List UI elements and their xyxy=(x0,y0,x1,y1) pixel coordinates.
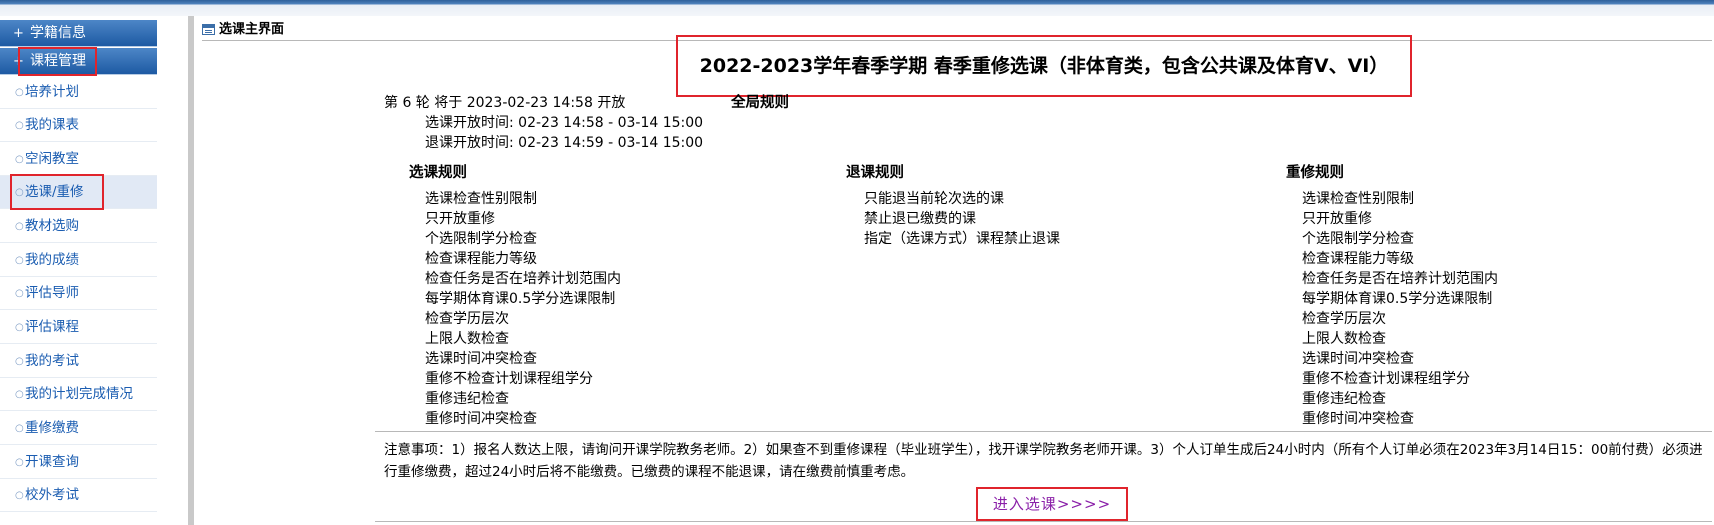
top-banner xyxy=(0,0,1714,16)
drop-rules-title: 退课规则 xyxy=(846,165,904,181)
notice-text: 注意事项：1）报名人数达上限，请询问开课学院教务老师。2）如果查不到重修课程（毕… xyxy=(384,442,1703,480)
sidebar-item-training-plan[interactable]: ○ 培养计划 xyxy=(0,76,157,109)
bullet-icon: ○ xyxy=(15,154,24,165)
retake-rule-item: 重修不检查计划课程组学分 xyxy=(1302,371,1470,387)
select-rule-item: 重修时间冲突检查 xyxy=(425,411,537,427)
plus-icon: + xyxy=(13,54,24,69)
drop-rule-item: 指定（选课方式）课程禁止退课 xyxy=(864,231,1060,247)
retake-rule-item: 选课检查性别限制 xyxy=(1302,191,1414,207)
retake-rule-item: 检查学历层次 xyxy=(1302,311,1386,327)
select-rules-title: 选课规则 xyxy=(409,165,467,181)
sidebar-item-my-grades[interactable]: ○ 我的成绩 xyxy=(0,244,157,277)
drop-open-time: 退课开放时间: 02-23 14:59 - 03-14 15:00 xyxy=(425,135,704,151)
window-icon xyxy=(202,24,215,35)
bullet-icon: ○ xyxy=(15,423,24,434)
retake-rule-item: 个选限制学分检查 xyxy=(1302,231,1414,247)
sidebar-section-student-status[interactable]: + 学籍信息 xyxy=(0,20,157,47)
drop-rule-item: 只能退当前轮次选的课 xyxy=(864,191,1004,207)
retake-rule-item: 只开放重修 xyxy=(1302,211,1372,227)
select-rule-item: 重修不检查计划课程组学分 xyxy=(425,371,593,387)
sidebar-item-plan-completion[interactable]: ○ 我的计划完成情况 xyxy=(0,378,157,411)
retake-rule-item: 重修时间冲突检查 xyxy=(1302,411,1414,427)
drop-rule-item: 禁止退已缴费的课 xyxy=(864,211,976,227)
retake-rules-title: 重修规则 xyxy=(1286,165,1344,181)
bullet-icon: ○ xyxy=(15,255,24,266)
retake-rule-item: 上限人数检查 xyxy=(1302,331,1386,347)
select-rule-item: 检查任务是否在培养计划范围内 xyxy=(425,271,621,287)
bullet-icon: ○ xyxy=(15,187,24,198)
retake-rule-item: 检查任务是否在培养计划范围内 xyxy=(1302,271,1498,287)
select-rule-item: 选课时间冲突检查 xyxy=(425,351,537,367)
select-rule-item: 重修违纪检查 xyxy=(425,391,509,407)
bullet-icon: ○ xyxy=(15,322,24,333)
bullet-icon: ○ xyxy=(15,457,24,468)
retake-rule-item: 每学期体育课0.5学分选课限制 xyxy=(1302,291,1493,307)
select-rule-item: 检查学历层次 xyxy=(425,311,509,327)
divider xyxy=(375,521,1712,522)
splitter[interactable] xyxy=(188,16,194,525)
sidebar-item-evaluate-advisor[interactable]: ○ 评估导师 xyxy=(0,277,157,310)
sidebar-item-retake-payment[interactable]: ○ 重修缴费 xyxy=(0,412,157,445)
sidebar-item-external-exam[interactable]: ○ 校外考试 xyxy=(0,479,157,512)
select-rule-item: 个选限制学分检查 xyxy=(425,231,537,247)
retake-rule-item: 重修违纪检查 xyxy=(1302,391,1386,407)
sidebar-item-textbook-purchase[interactable]: ○ 教材选购 xyxy=(0,210,157,243)
bullet-icon: ○ xyxy=(15,389,24,400)
sidebar-item-free-classroom[interactable]: ○ 空闲教室 xyxy=(0,143,157,176)
divider xyxy=(375,431,1712,432)
global-rules-title: 全局规则 xyxy=(731,95,789,111)
sidebar-item-my-exams[interactable]: ○ 我的考试 xyxy=(0,345,157,378)
sidebar-item-evaluate-course[interactable]: ○ 评估课程 xyxy=(0,311,157,344)
enter-course-selection-link[interactable]: 进入选课>>>> xyxy=(976,487,1128,521)
bullet-icon: ○ xyxy=(15,87,24,98)
bullet-icon: ○ xyxy=(15,120,24,131)
plus-icon: + xyxy=(13,26,24,41)
panel-title: 选课主界面 xyxy=(219,22,285,37)
sidebar-item-course-selection-retake[interactable]: ○ 选课/重修 xyxy=(0,176,157,209)
select-rule-item: 上限人数检查 xyxy=(425,331,509,347)
retake-rule-item: 检查课程能力等级 xyxy=(1302,251,1414,267)
sidebar-item-course-query[interactable]: ○ 开课查询 xyxy=(0,446,157,479)
select-rule-item: 每学期体育课0.5学分选课限制 xyxy=(425,291,616,307)
select-rule-item: 只开放重修 xyxy=(425,211,495,227)
bullet-icon: ○ xyxy=(15,288,24,299)
bullet-icon: ○ xyxy=(15,356,24,367)
sidebar: + 学籍信息 + 课程管理 ○ 培养计划 ○ 我的课表 ○ 空闲教室 ○ 选课/重修 ○… xyxy=(0,16,157,525)
sidebar-item-my-timetable[interactable]: ○ 我的课表 xyxy=(0,109,157,142)
round-info: 第 6 轮 将于 2023-02-23 14:58 开放 xyxy=(384,95,626,111)
course-round-title: 2022-2023学年春季学期 春季重修选课（非体育类，包含公共课及体育V、VI… xyxy=(676,35,1412,97)
select-open-time: 选课开放时间: 02-23 14:58 - 03-14 15:00 xyxy=(425,115,704,131)
select-rule-item: 检查课程能力等级 xyxy=(425,251,537,267)
bullet-icon: ○ xyxy=(15,221,24,232)
sidebar-section-course-management[interactable]: + 课程管理 xyxy=(0,48,157,75)
select-rule-item: 选课检查性别限制 xyxy=(425,191,537,207)
bullet-icon: ○ xyxy=(15,490,24,501)
retake-rule-item: 选课时间冲突检查 xyxy=(1302,351,1414,367)
